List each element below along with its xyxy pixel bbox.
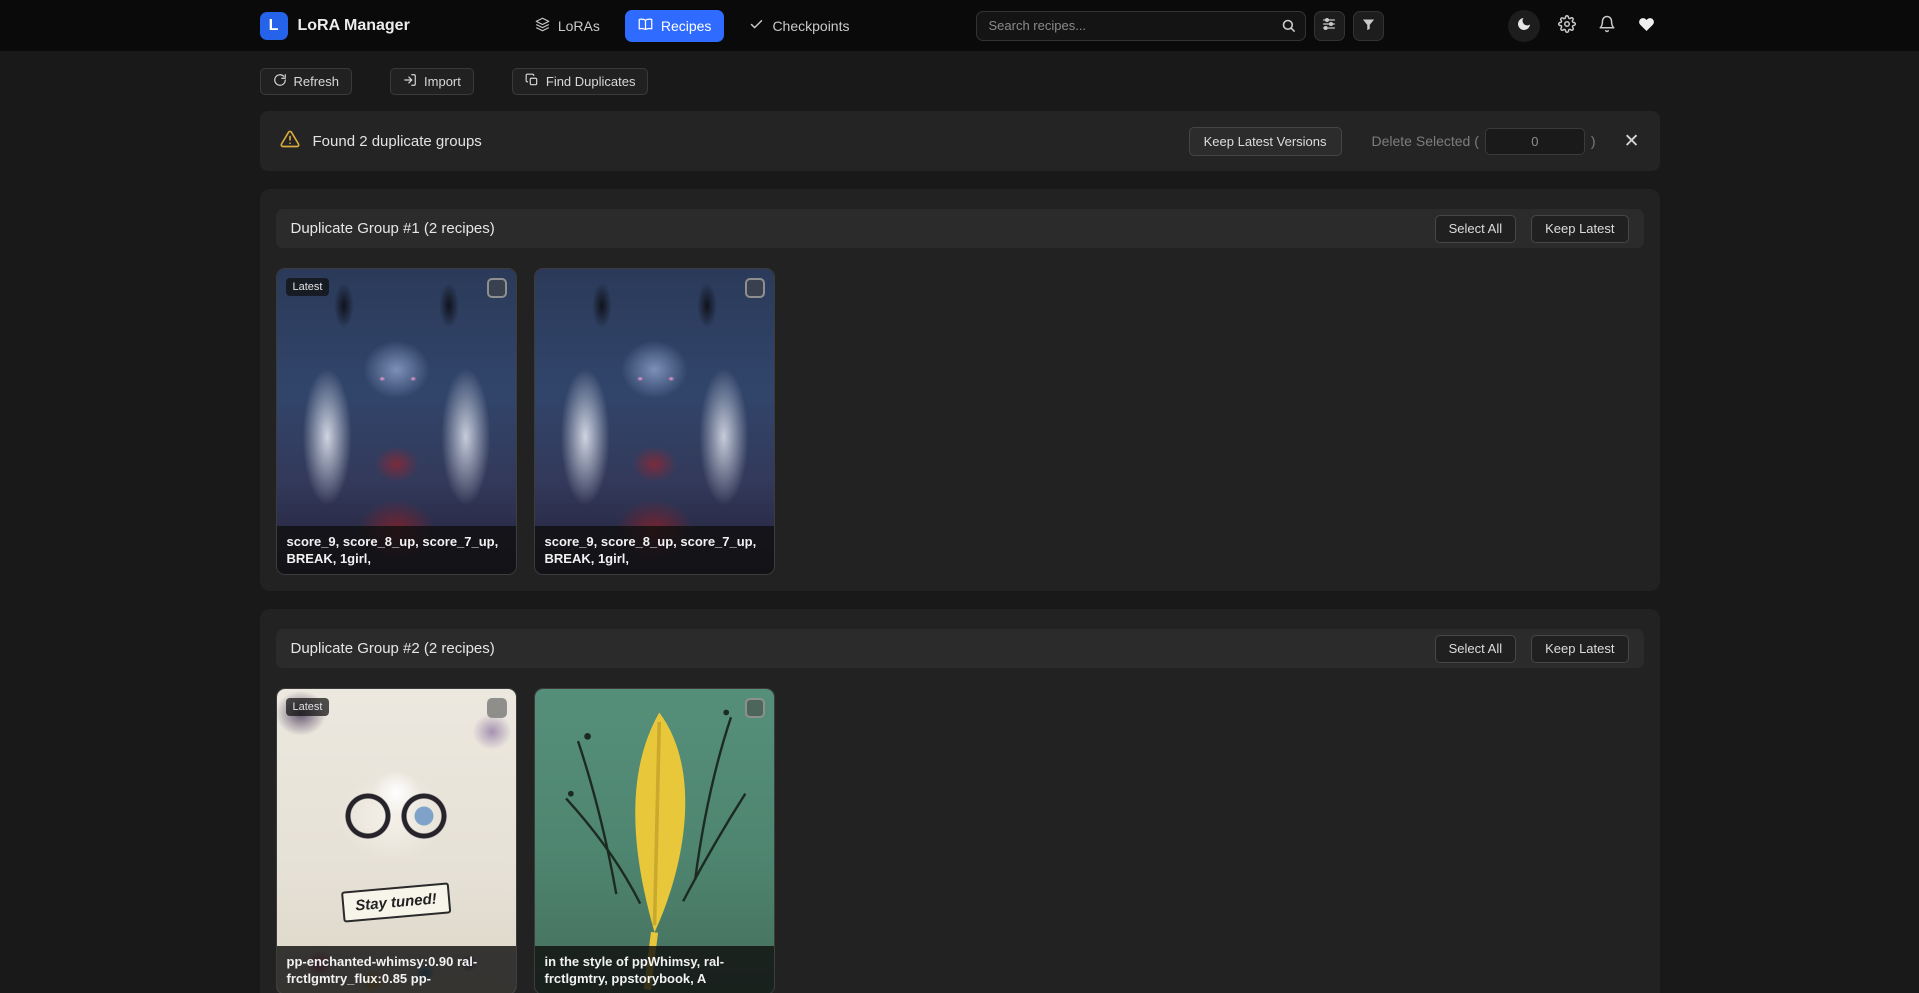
group-header: Duplicate Group #1 (2 recipes) Select Al… — [276, 209, 1644, 248]
group-actions: Select All Keep Latest — [1435, 635, 1629, 663]
main-nav: LoRAs Recipes Checkpoints — [522, 10, 863, 42]
selected-count-input[interactable] — [1485, 128, 1585, 155]
delete-selected-suffix: ) — [1591, 133, 1596, 149]
navbar-utilities — [1508, 10, 1660, 42]
sliders-icon — [1321, 16, 1337, 35]
delete-selected-prefix: Delete Selected ( — [1372, 133, 1479, 149]
recipe-card[interactable]: Latest score_9, score_8_up, score_7_up, … — [276, 268, 517, 575]
search-icon[interactable] — [1273, 12, 1305, 40]
duplicates-banner: Found 2 duplicate groups Keep Latest Ver… — [260, 111, 1660, 171]
heart-icon — [1638, 16, 1655, 36]
support-button[interactable] — [1634, 13, 1660, 39]
recipes-toolbar: Refresh Import Find Duplicates — [260, 68, 1660, 95]
gear-icon — [1558, 15, 1576, 36]
theme-toggle-button[interactable] — [1508, 10, 1540, 42]
close-banner-button[interactable]: ✕ — [1624, 132, 1640, 151]
banner-message: Found 2 duplicate groups — [313, 133, 482, 150]
recipe-card[interactable]: Stay tuned! Latest pp-enchanted-whimsy:0… — [276, 688, 517, 993]
filter-button[interactable] — [1353, 11, 1384, 41]
select-all-button[interactable]: Select All — [1435, 215, 1516, 243]
group-title: Duplicate Group #2 (2 recipes) — [291, 640, 495, 657]
check-icon — [749, 17, 764, 35]
group-cards: Latest score_9, score_8_up, score_7_up, … — [276, 268, 1644, 575]
recipe-caption: score_9, score_8_up, score_7_up, BREAK, … — [277, 526, 516, 574]
tab-label: Recipes — [661, 18, 712, 34]
book-icon — [638, 17, 653, 35]
recipe-card[interactable]: score_9, score_8_up, score_7_up, BREAK, … — [534, 268, 775, 575]
find-duplicates-label: Find Duplicates — [546, 74, 636, 89]
search-input[interactable] — [976, 11, 1306, 41]
select-checkbox[interactable] — [745, 698, 765, 718]
app-title: LoRA Manager — [298, 17, 410, 35]
close-icon: ✕ — [1624, 131, 1640, 152]
duplicate-group-2: Duplicate Group #2 (2 recipes) Select Al… — [260, 609, 1660, 993]
search-bar — [976, 11, 1306, 41]
refresh-icon — [273, 73, 287, 90]
keep-latest-button[interactable]: Keep Latest — [1531, 215, 1628, 243]
refresh-button[interactable]: Refresh — [260, 68, 353, 95]
select-all-button[interactable]: Select All — [1435, 635, 1516, 663]
keep-latest-versions-button[interactable]: Keep Latest Versions — [1189, 127, 1342, 156]
duplicate-group-1: Duplicate Group #1 (2 recipes) Select Al… — [260, 189, 1660, 591]
stay-tuned-sign: Stay tuned! — [341, 882, 451, 922]
cat-glasses-shape — [334, 790, 458, 842]
delete-selected-control: Delete Selected ( ) — [1372, 128, 1596, 155]
navbar: L LoRA Manager LoRAs Recipes Checkpoint — [0, 0, 1919, 51]
tab-label: Checkpoints — [772, 18, 849, 34]
logo-letter: L — [269, 17, 279, 35]
warning-triangle-icon — [280, 129, 300, 154]
bell-icon — [1598, 15, 1616, 36]
group-actions: Select All Keep Latest — [1435, 215, 1629, 243]
select-checkbox[interactable] — [745, 278, 765, 298]
latest-badge: Latest — [286, 278, 330, 296]
layers-icon — [535, 17, 550, 35]
copy-icon — [525, 73, 539, 90]
latest-badge: Latest — [286, 698, 330, 716]
tab-checkpoints[interactable]: Checkpoints — [736, 10, 862, 42]
sort-options-button[interactable] — [1314, 11, 1345, 41]
recipe-caption: score_9, score_8_up, score_7_up, BREAK, … — [535, 526, 774, 574]
moon-icon — [1516, 16, 1532, 35]
keep-latest-button[interactable]: Keep Latest — [1531, 635, 1628, 663]
notifications-button[interactable] — [1594, 13, 1620, 39]
group-title: Duplicate Group #1 (2 recipes) — [291, 220, 495, 237]
settings-button[interactable] — [1554, 13, 1580, 39]
refresh-label: Refresh — [294, 74, 340, 89]
group-header: Duplicate Group #2 (2 recipes) Select Al… — [276, 629, 1644, 668]
import-button[interactable]: Import — [390, 68, 474, 95]
find-duplicates-button[interactable]: Find Duplicates — [512, 68, 649, 95]
import-label: Import — [424, 74, 461, 89]
banner-actions: Keep Latest Versions Delete Selected ( )… — [1189, 127, 1640, 156]
app-logo-icon: L — [260, 12, 288, 40]
tab-recipes[interactable]: Recipes — [625, 10, 725, 42]
recipe-card[interactable]: in the style of ppWhimsy, ral-frctlgmtry… — [534, 688, 775, 993]
import-icon — [403, 73, 417, 90]
tab-label: LoRAs — [558, 18, 600, 34]
group-cards: Stay tuned! Latest pp-enchanted-whimsy:0… — [276, 688, 1644, 993]
recipe-caption: in the style of ppWhimsy, ral-frctlgmtry… — [535, 946, 774, 993]
select-checkbox[interactable] — [487, 698, 507, 718]
recipe-caption: pp-enchanted-whimsy:0.90 ral-frctlgmtry_… — [277, 946, 516, 993]
tab-loras[interactable]: LoRAs — [522, 10, 613, 42]
select-checkbox[interactable] — [487, 278, 507, 298]
main-content: Refresh Import Find Duplicates Found 2 d… — [260, 68, 1660, 993]
funnel-icon — [1361, 17, 1376, 35]
